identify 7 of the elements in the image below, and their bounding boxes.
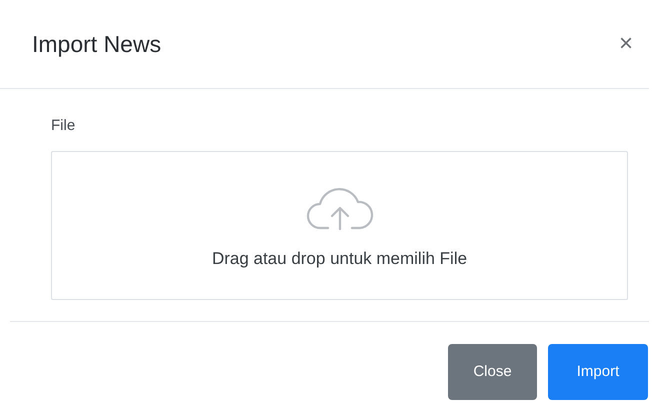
- field-label: File: [51, 116, 76, 136]
- dropzone-text: Drag atau drop untuk memilih File: [212, 248, 468, 270]
- file-dropzone[interactable]: Drag atau drop untuk memilih File: [51, 150, 628, 300]
- import-button[interactable]: Import: [548, 344, 648, 400]
- modal-title: Import News: [32, 30, 162, 59]
- close-button[interactable]: Close: [448, 344, 537, 400]
- cloud-upload-icon: [306, 186, 374, 231]
